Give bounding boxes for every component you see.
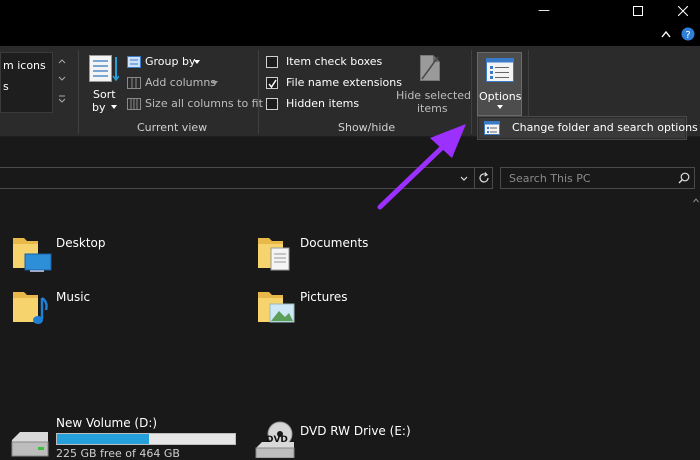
change-folder-options-label: Change folder and search options [512,121,698,134]
layout-large-icons-item[interactable]: m icons [3,59,46,72]
hidden-items-label: Hidden items [286,97,360,110]
hide-selected-icon [420,55,440,81]
item-check-boxes-option[interactable]: Item check boxes [266,55,386,71]
item-check-boxes-checkbox[interactable] [266,56,278,68]
group-by-button[interactable]: Group by [127,55,207,71]
ribbon-footer-strip [0,137,700,161]
drive-item-e[interactable]: DVD DVD RW Drive (E:) [252,414,412,459]
current-view-group-label: Current view [137,121,208,134]
svg-text:?: ? [685,30,690,41]
folder-name-desktop: Desktop [56,236,106,250]
music-folder-icon [13,292,48,324]
drive-name-e: DVD RW Drive (E:) [300,424,411,438]
drive-item-d[interactable]: New Volume (D:) 225 GB free of 464 GB [10,414,250,460]
file-name-extensions-checkbox[interactable] [266,77,278,89]
folder-item-music[interactable]: Music [10,286,130,328]
folder-name-documents: Documents [300,236,369,250]
gallery-down-icon [58,76,66,81]
options-icon [486,58,514,82]
maximize-icon [633,6,643,16]
search-box[interactable]: Search This PC [500,167,695,189]
scroll-up-icon [693,198,699,203]
add-columns-dropdown-icon [212,81,218,85]
hide-selected-items-button[interactable]: Hide selected items [396,52,471,116]
options-dropdown-icon [497,105,503,109]
layout-gallery[interactable]: m icons s [0,52,53,113]
minimize-icon: — [538,3,550,17]
add-columns-icon [127,77,141,89]
sort-by-button[interactable]: Sort by [86,52,122,114]
desktop-folder-icon [13,238,52,272]
size-all-columns-label: Size all columns to fit [145,97,263,110]
ribbon-divider [258,50,259,134]
ribbon-collapse-icon[interactable] [661,30,671,38]
gallery-scroll[interactable] [56,52,68,113]
folder-item-pictures[interactable]: Pictures [255,286,395,328]
vertical-scrollbar[interactable] [692,196,700,459]
maximize-button[interactable] [614,0,660,24]
drive-free-space-d: 225 GB free of 464 GB [56,447,180,460]
content-pane: Desktop Documents Music Pictures New Vol… [0,196,700,460]
gallery-more-icon [58,95,66,103]
help-icon[interactable]: ? [681,27,695,41]
sort-by-label-line2: by [92,101,106,114]
sort-by-icon [89,55,119,82]
change-folder-options-item[interactable]: Change folder and search options [479,118,698,138]
file-name-extensions-option[interactable]: File name extensions [266,76,402,92]
drive-name-d: New Volume (D:) [56,416,158,430]
options-dropdown-menu: Change folder and search options [477,116,698,140]
layout-item-cut[interactable]: s [3,80,9,93]
close-icon [678,6,688,16]
close-button[interactable] [660,0,700,24]
size-columns-icon [127,98,141,110]
folder-options-icon [484,121,500,135]
gallery-up-icon [58,59,66,64]
hidden-items-checkbox[interactable] [266,98,278,110]
folder-item-documents[interactable]: Documents [255,232,395,274]
drive-usage-fill [57,434,149,444]
file-name-extensions-label: File name extensions [286,76,402,89]
hidden-items-option[interactable]: Hidden items [266,97,366,113]
folder-item-desktop[interactable]: Desktop [10,232,130,274]
dvd-badge: DVD [266,435,288,445]
sort-by-label: Sort [93,88,116,101]
add-columns-label: Add columns [145,76,217,89]
pictures-folder-icon [258,292,295,323]
checkmark-icon [268,79,277,88]
annotation-arrow [377,124,466,210]
size-all-columns-button[interactable]: Size all columns to fit [127,97,263,113]
search-input[interactable]: Search This PC [509,172,591,185]
hide-selected-label: Hide selected [396,89,472,102]
folder-name-pictures: Pictures [300,290,348,304]
group-by-label: Group by [145,55,196,68]
drive-usage-bar [56,433,236,445]
sort-by-dropdown-icon [111,105,117,109]
address-row: Search This PC [0,160,700,194]
hard-drive-icon [11,432,49,457]
options-button[interactable]: Options [477,52,522,116]
add-columns-button[interactable]: Add columns [127,76,227,92]
group-by-icon [127,56,141,68]
documents-folder-icon [258,238,290,271]
group-by-dropdown-icon [194,60,200,64]
item-check-boxes-label: Item check boxes [286,55,383,68]
title-bar: — ? [0,0,700,46]
minimize-button[interactable]: — [520,0,566,24]
search-icon [678,172,690,184]
folder-name-music: Music [56,290,91,304]
ribbon-divider [78,50,79,134]
options-label: Options [479,90,522,103]
